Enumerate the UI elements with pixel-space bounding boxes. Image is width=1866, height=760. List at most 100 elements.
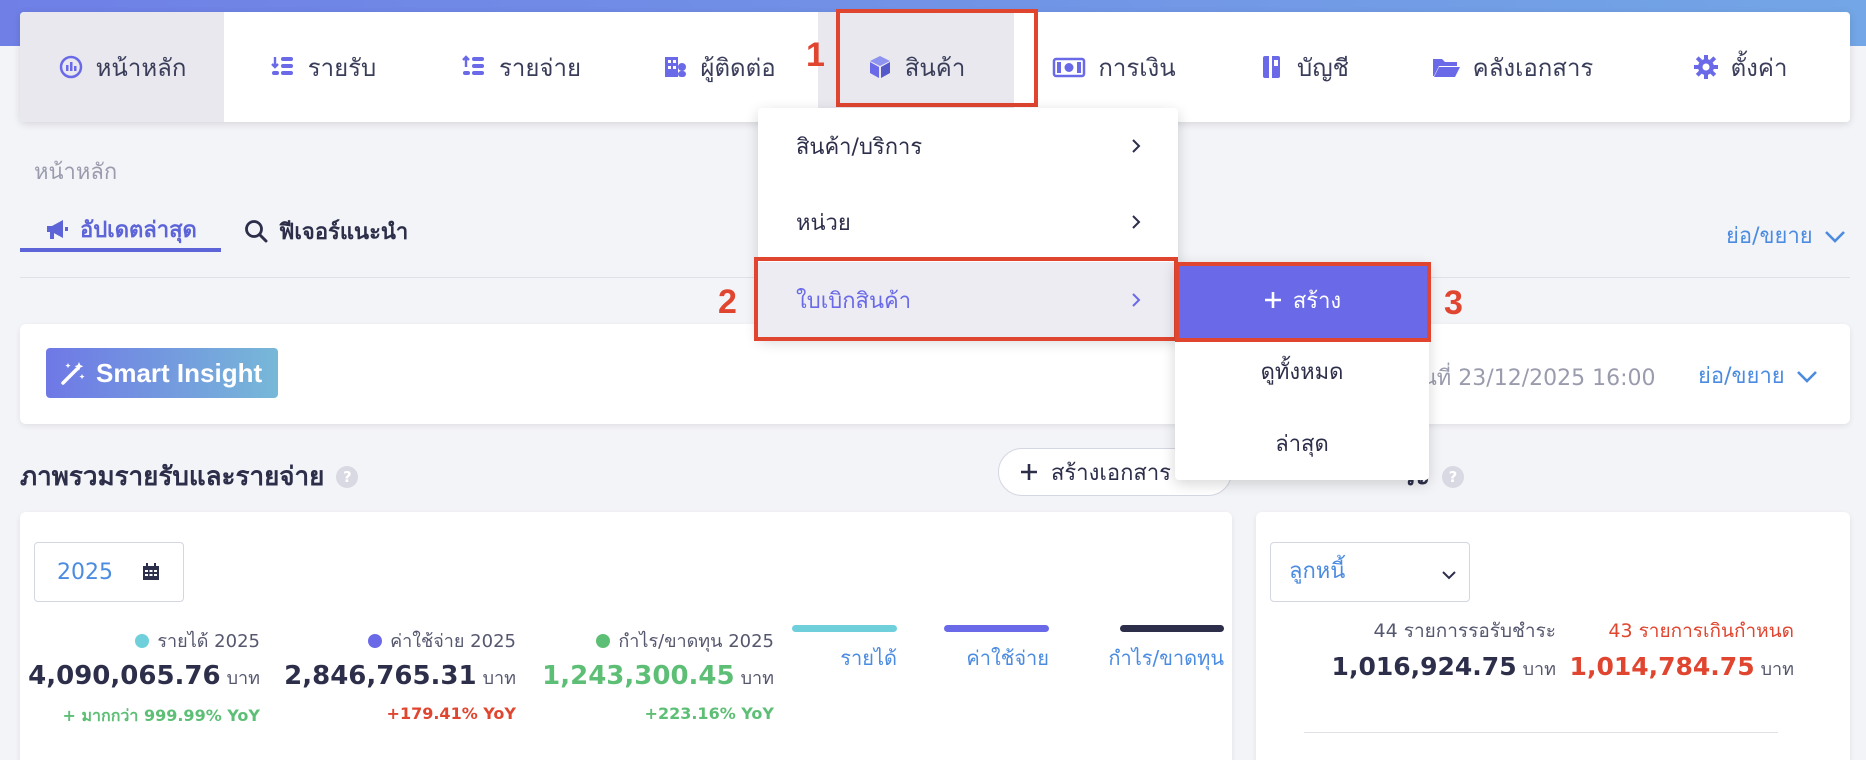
stat-profit-yoy: +223.16% YoY [644,704,774,723]
step-1-number: 1 [806,36,825,74]
help-icon[interactable]: ? [336,465,359,488]
overview-card: 2025 รายได้ 2025 4,090,065.76 บาท + มากกว… [20,512,1232,760]
tab-recommended-features-label: ฟีเจอร์แนะนำ [278,219,409,245]
breadcrumb: หน้าหลัก [34,160,118,185]
overdue-label: 43 รายการเกินกำหนด [1608,620,1794,642]
tab-recommended-features[interactable]: ฟีเจอร์แนะนำ [243,210,432,252]
calendar-icon [143,563,159,580]
nav-item-home[interactable]: หน้าหลัก [20,12,224,122]
nav-item-accounting[interactable]: บัญชี [1214,12,1394,122]
stat-income-label: รายได้ 2025 [157,631,260,652]
money-icon [1053,57,1086,78]
submenu-item-view-all[interactable]: ดูทั้งหมด [1175,336,1429,406]
expense-dot [368,633,383,648]
expense-icon [462,55,484,75]
overview-title-text: ภาพรวมรายรับและรายจ่าย [20,462,325,492]
step-3-number: 3 [1444,284,1463,322]
nav-item-contacts[interactable]: ผู้ติดต่อ [620,12,818,122]
debtor-select[interactable]: ลูกหนี้ [1270,542,1470,602]
nav-label-income: รายรับ [307,53,377,82]
stat-income-yoy: + มากกว่า 999.99% YoY [62,706,260,725]
chevron-down-icon [1796,370,1817,383]
stat-expense: ค่าใช้จ่าย 2025 2,846,765.31 บาท +179.41%… [284,626,516,723]
magic-wand-icon [61,362,85,385]
ledger-icon [1263,56,1280,78]
unit: บาท [226,668,260,689]
contacts-icon [665,57,687,77]
collapse-toggle-insight[interactable]: ย่อ/ขยาย [1698,358,1819,393]
step-3-highlight [1175,262,1431,342]
create-document-label: สร้างเอกสาร [1051,460,1171,486]
legend-profit-label: กำไร/ขาดทุน [1108,646,1224,670]
year-value: 2025 [57,559,113,585]
step-2-number: 2 [718,283,737,321]
step-2-highlight [754,257,1178,341]
legend-profit-swatch [1120,625,1224,632]
stat-income: รายได้ 2025 4,090,065.76 บาท + มากกว่า 99… [28,626,260,729]
legend-expense-label: ค่าใช้จ่าย [966,646,1049,670]
stat-income-value: 4,090,065.76 [28,661,221,691]
nav-label-settings: ตั้งค่า [1730,53,1788,82]
pending-value: 1,016,924.75 [1331,652,1517,681]
submenu-item-latest[interactable]: ล่าสุด [1175,408,1429,478]
legend-profit[interactable]: กำไร/ขาดทุน [1096,625,1224,674]
legend-expense-swatch [944,625,1049,632]
income-icon [270,57,293,75]
income-dot [135,633,150,648]
stat-expense-value: 2,846,765.31 [284,661,477,691]
chevron-right-icon [1132,139,1141,153]
smart-insight-button[interactable]: Smart Insight [46,348,278,398]
nav-item-income[interactable]: รายรับ [224,12,422,122]
collapse-label: ย่อ/ขยาย [1698,364,1785,389]
unit: บาท [1760,659,1794,680]
stat-profit: กำไร/ขาดทุน 2025 1,243,300.45 บาท +223.16… [542,626,774,723]
nav-item-expense[interactable]: รายจ่าย [422,12,620,122]
nav-item-settings[interactable]: ตั้งค่า [1630,12,1850,122]
step-1-highlight [836,9,1038,107]
insight-update-time: : วันที่ 23/12/2025 16:00 [1395,366,1656,391]
search-icon [244,220,268,243]
menu-item-label: สินค้า/บริการ [796,134,923,160]
nav-label-documents: คลังเอกสาร [1472,53,1594,82]
tab-latest-updates-label: อัปเดตล่าสุด [80,217,197,243]
tab-latest-updates[interactable]: อัปเดตล่าสุด [20,210,221,252]
nav-item-finance[interactable]: การเงิน [1014,12,1214,122]
unit: บาท [1522,659,1556,680]
pending-label: 44 รายการรอรับชำระ [1373,620,1556,642]
pending-summary: 44 รายการรอรับชำระ 1,016,924.75 บาท [1332,616,1556,683]
overview-title: ภาพรวมรายรับและรายจ่าย ? [20,456,359,497]
menu-item-units[interactable]: หน่วย [758,184,1178,260]
nav-item-documents[interactable]: คลังเอกสาร [1394,12,1630,122]
smart-insight-label: Smart Insight [96,357,263,388]
stat-expense-label: ค่าใช้จ่าย 2025 [390,631,516,652]
legend-income-label: รายได้ [840,646,897,670]
stat-profit-label: กำไร/ขาดทุน 2025 [618,631,774,652]
folder-icon [1432,59,1460,77]
megaphone-icon [47,220,68,239]
overdue-summary: 43 รายการเกินกำหนด 1,014,784.75 บาท [1570,616,1794,683]
plus-icon [1021,464,1037,480]
help-icon[interactable]: ? [1441,465,1464,488]
chevron-right-icon [1132,215,1141,229]
nav-label-finance: การเงิน [1098,53,1176,82]
unit: บาท [740,668,774,689]
divider [1304,732,1778,733]
nav-label-expense: รายจ่าย [498,53,582,82]
chevron-down-icon [1824,230,1845,243]
legend-income[interactable]: รายได้ [792,625,897,674]
legend-expense[interactable]: ค่าใช้จ่าย [944,625,1049,674]
nav-label-accounting: บัญชี [1297,53,1349,82]
menu-item-label: หน่วย [796,210,851,236]
menu-item-products-services[interactable]: สินค้า/บริการ [758,108,1178,184]
year-picker[interactable]: 2025 [34,542,184,602]
nav-label-home: หน้าหลัก [95,53,187,82]
collapse-label: ย่อ/ขยาย [1726,224,1813,249]
gear-icon [1693,55,1718,79]
legend-income-swatch [792,625,897,632]
dashboard-icon [59,55,82,79]
receivables-card: ลูกหนี้ 44 รายการรอรับชำระ 1,016,924.75 บ… [1256,512,1850,760]
chevron-down-icon [1442,571,1456,580]
overdue-value: 1,014,784.75 [1569,652,1755,681]
stat-profit-value: 1,243,300.45 [542,661,735,691]
collapse-toggle-updates[interactable]: ย่อ/ขยาย [1726,218,1847,253]
